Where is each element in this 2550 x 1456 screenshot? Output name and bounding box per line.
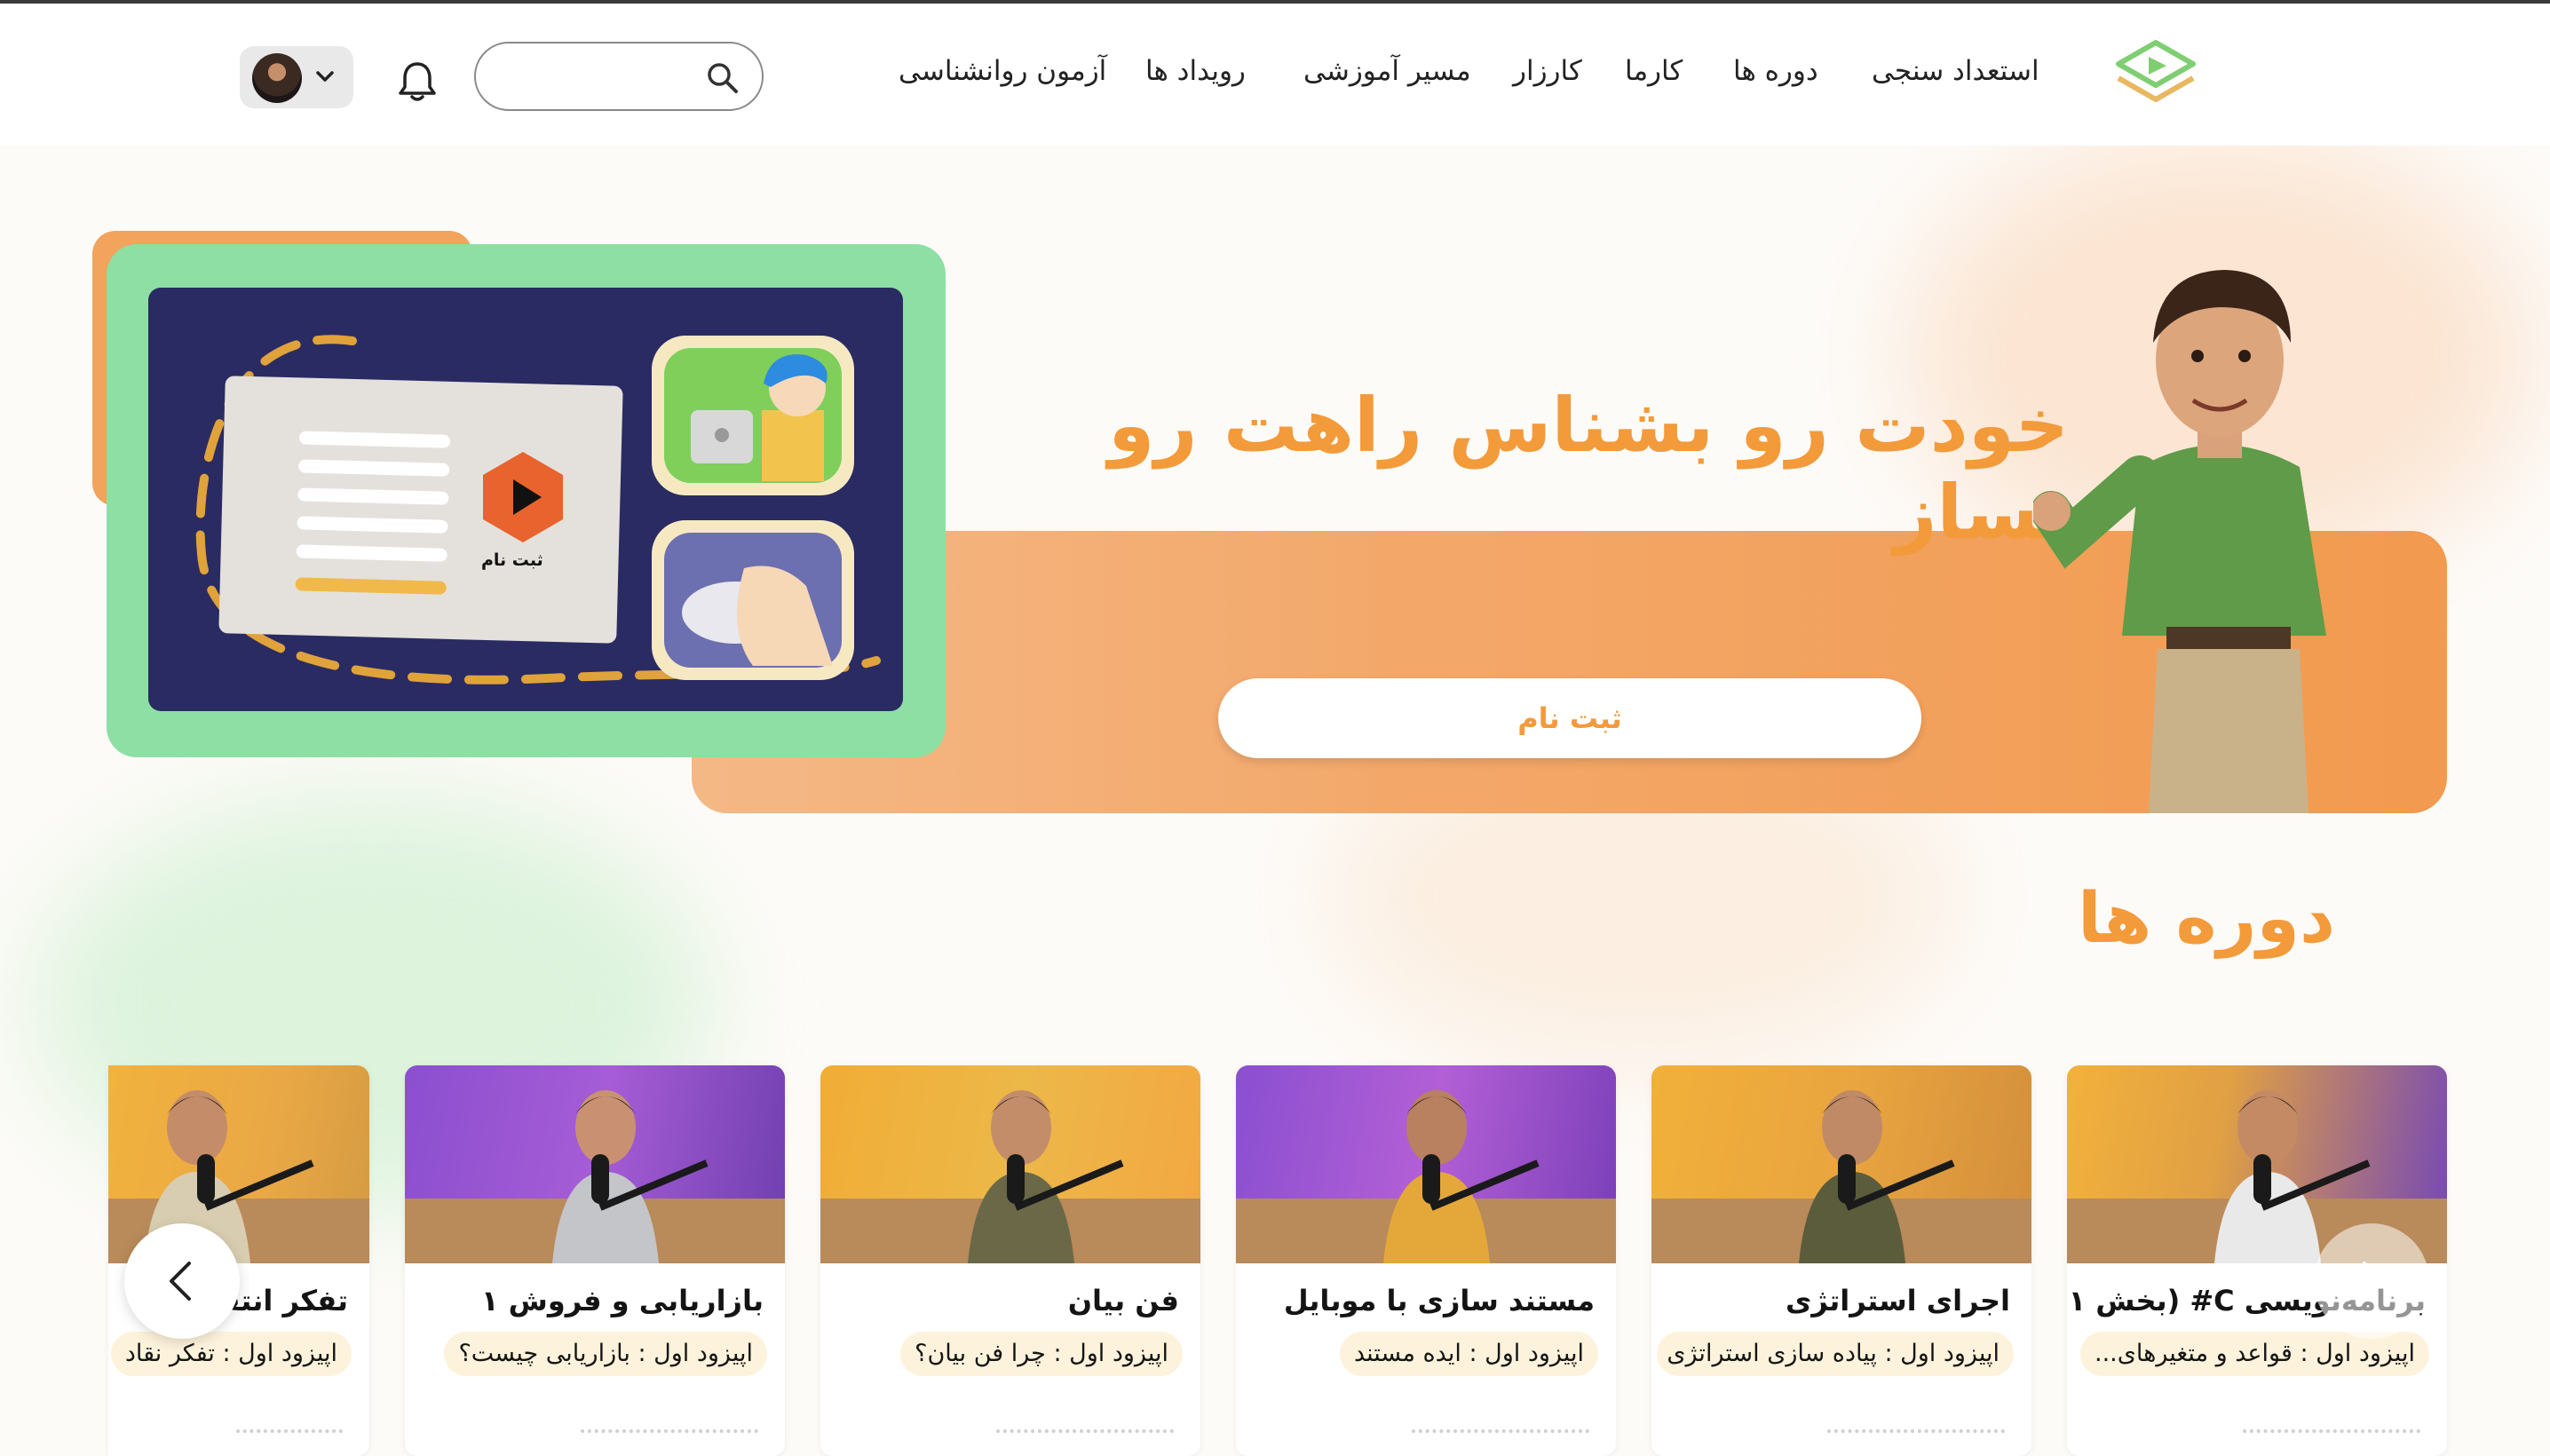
course-episode: اپیزود اول : تفکر نقاد	[110, 1332, 352, 1376]
courses-section-title: دوره ها	[2078, 879, 2335, 959]
course-episode: اپیزود اول : ایده مستند	[1339, 1332, 1598, 1376]
form-line	[296, 544, 447, 562]
chevron-right-icon[interactable]	[2345, 1254, 2398, 1308]
chevron-left-icon[interactable]	[155, 1254, 209, 1308]
course-title: مستند سازی با موبایل	[1283, 1284, 1595, 1318]
course-card[interactable]: فن بیان اپیزود اول : چرا فن بیان؟	[820, 1065, 1200, 1456]
course-card[interactable]: اجرای استراتژی اپیزود اول : پیاده سازی ا…	[1651, 1065, 2031, 1456]
hero-title: خودت رو بشناس راهت رو بساز	[1108, 382, 2069, 556]
course-thumbnail	[820, 1065, 1200, 1263]
animation-panel-bottom	[652, 520, 854, 680]
play-box-logo-icon[interactable]	[2111, 36, 2200, 115]
course-title: بازاریابی و فروش ۱	[480, 1284, 764, 1318]
course-episode: اپیزود اول : چرا فن بیان؟	[900, 1332, 1183, 1376]
form-line	[298, 431, 451, 448]
search-icon[interactable]	[703, 59, 742, 98]
bell-icon[interactable]	[396, 59, 439, 103]
course-card[interactable]: مستند سازی با موبایل اپیزود اول : ایده م…	[1236, 1065, 1616, 1456]
search-bar	[474, 42, 764, 111]
course-title: فن بیان	[1067, 1284, 1179, 1318]
nav-psychology-test[interactable]: آزمون روانشناسی	[899, 55, 1106, 87]
course-title: اجرای استراتژی	[1786, 1284, 2010, 1318]
hero-signup-button[interactable]: ثبت نام	[1218, 678, 1921, 758]
course-episode: اپیزود اول : بازاریابی چیست؟	[444, 1332, 767, 1376]
form-line	[297, 487, 449, 505]
nav-karma[interactable]: کارما	[1625, 55, 1683, 87]
carousel-prev-button[interactable]	[124, 1223, 240, 1339]
nav-courses[interactable]: دوره ها	[1733, 55, 1818, 87]
nav-karzar[interactable]: کارزار	[1513, 55, 1582, 87]
video-signup-label: ثبت نام	[481, 550, 543, 570]
course-episode: اپیزود اول : پیاده سازی استراتژی	[1657, 1332, 2014, 1376]
form-line	[297, 516, 448, 534]
hand-mouse-illustration	[664, 533, 842, 668]
nav-aptitude-test[interactable]: استعداد سنجی	[1872, 55, 2039, 87]
carousel-next-button[interactable]	[2314, 1223, 2429, 1339]
form-line	[298, 459, 450, 477]
cartoon-character-illustration	[664, 348, 842, 483]
nav-learning-path[interactable]: مسیر آموزشی	[1303, 55, 1471, 87]
course-card[interactable]: بازاریابی و فروش ۱ اپیزود اول : بازاریاب…	[405, 1065, 785, 1456]
animation-panel-top	[652, 336, 854, 495]
user-menu[interactable]	[240, 46, 353, 108]
search-input[interactable]	[497, 58, 678, 97]
course-thumbnail	[1236, 1065, 1616, 1263]
top-navbar: استعداد سنجی دوره ها کارما کارزار مسیر آ…	[0, 4, 2550, 146]
course-thumbnail	[1651, 1065, 2031, 1263]
hero-character-illustration	[2033, 270, 2326, 813]
intro-video[interactable]: ثبت نام	[148, 288, 903, 711]
form-submit-line	[295, 577, 447, 595]
course-thumbnail	[405, 1065, 785, 1263]
nav-events[interactable]: رویداد ها	[1145, 55, 1246, 87]
avatar[interactable]	[252, 53, 302, 103]
play-icon[interactable]	[474, 448, 572, 546]
chevron-down-icon[interactable]	[313, 64, 337, 89]
